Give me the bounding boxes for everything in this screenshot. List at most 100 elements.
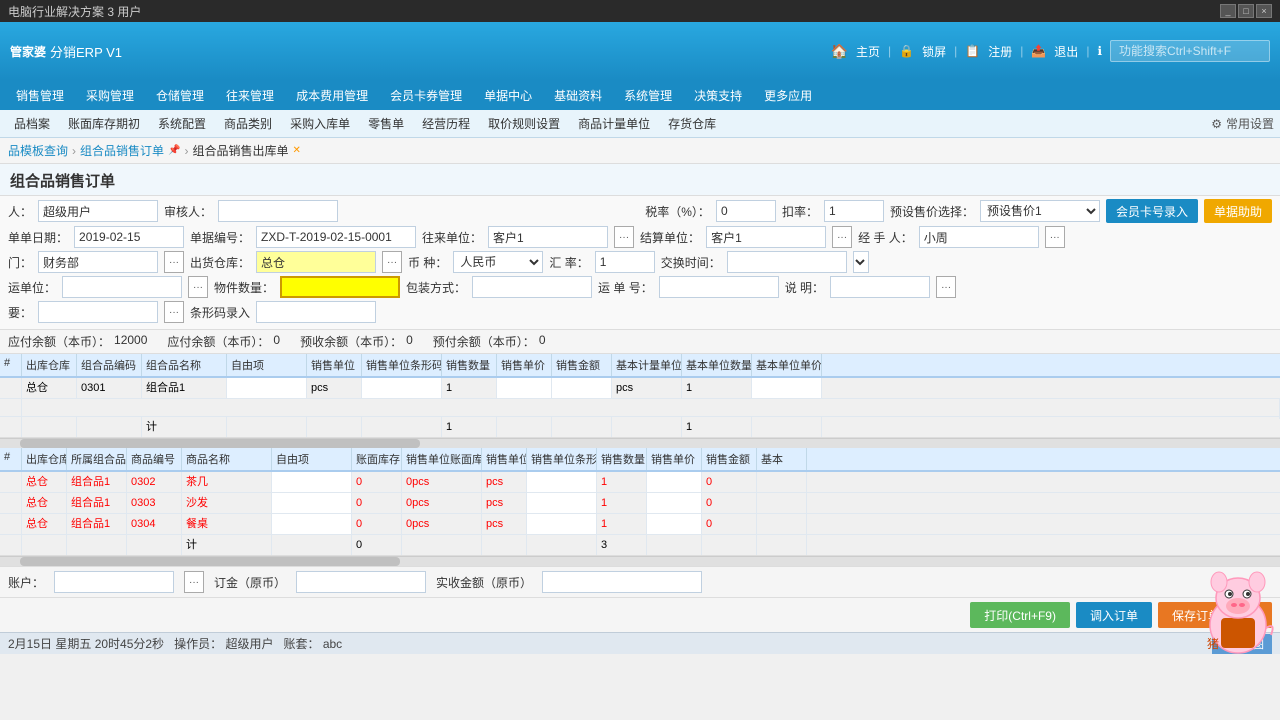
nav-purchase[interactable]: 采购管理	[76, 83, 144, 108]
cell-sunit[interactable]: pcs	[307, 378, 362, 398]
pack-input[interactable]	[472, 276, 592, 298]
upper-scrollbar[interactable]	[0, 438, 1280, 448]
subnav-price-rules[interactable]: 取价规则设置	[480, 112, 568, 135]
handler-select-button[interactable]: ···	[1045, 226, 1065, 248]
header-code: 组合品编码	[77, 354, 142, 376]
logout-icon[interactable]: 📤	[1031, 44, 1046, 58]
register-label[interactable]: 注册	[988, 43, 1012, 60]
cell-sprice[interactable]	[497, 378, 552, 398]
note-input[interactable]	[830, 276, 930, 298]
cell-bqty[interactable]: 1	[682, 378, 752, 398]
member-card-button[interactable]: 会员卡号录入	[1106, 199, 1198, 223]
header-bunit: 基本计量单位	[612, 354, 682, 376]
nav-warehouse[interactable]: 仓储管理	[146, 83, 214, 108]
lock-icon[interactable]: 🔒	[899, 44, 914, 58]
settle-unit-input[interactable]	[706, 226, 826, 248]
cell-sunitcode[interactable]	[362, 378, 442, 398]
subnav-stock-init[interactable]: 账面库存期初	[60, 112, 148, 135]
nav-costs[interactable]: 成本费用管理	[286, 83, 378, 108]
nav-more[interactable]: 更多应用	[754, 83, 822, 108]
currency-select[interactable]: 人民币	[453, 251, 543, 273]
subnav-product[interactable]: 品档案	[6, 112, 58, 135]
help-button[interactable]: 单据助助	[1204, 199, 1272, 223]
cell-bprice[interactable]	[752, 378, 822, 398]
remarks-select-button[interactable]: ···	[164, 301, 184, 323]
register-icon[interactable]: 📋	[965, 44, 980, 58]
order-amount-input[interactable]	[296, 571, 426, 593]
logistics-input[interactable]	[62, 276, 182, 298]
search-input[interactable]	[1110, 40, 1270, 62]
breadcrumb-sales-order[interactable]: 组合品销售订单	[80, 142, 164, 159]
lower-table: # 出库仓库 所属组合品 商品编号 商品名称 自由项 账面库存 销售单位账面库存…	[0, 448, 1280, 556]
tax-input[interactable]	[716, 200, 776, 222]
print-button[interactable]: 打印(Ctrl+F9)	[970, 602, 1070, 628]
date-input[interactable]	[74, 226, 184, 248]
nav-basics[interactable]: 基础资料	[544, 83, 612, 108]
form-row-4: 运单位： ··· 物件数量： 包装方式： 运 单 号： 说 明： ···	[8, 276, 1272, 298]
person-input[interactable]	[38, 200, 158, 222]
close-breadcrumb-icon[interactable]: ✕	[293, 145, 301, 156]
tax-label: 税率（%）：	[645, 203, 710, 220]
subnav-category[interactable]: 商品类别	[216, 112, 280, 135]
minimize-button[interactable]: _	[1220, 4, 1236, 18]
breadcrumb-template[interactable]: 品模板查询	[8, 142, 68, 159]
wh-select-button[interactable]: ···	[382, 251, 402, 273]
nav-decision[interactable]: 决策支持	[684, 83, 752, 108]
to-unit-input[interactable]	[488, 226, 608, 248]
settle-unit-select-button[interactable]: ···	[832, 226, 852, 248]
maximize-button[interactable]: □	[1238, 4, 1254, 18]
subnav-config[interactable]: 系统配置	[150, 112, 214, 135]
cell-wh[interactable]: 总仓	[22, 378, 77, 398]
dept-select-button[interactable]: ···	[164, 251, 184, 273]
lock-label[interactable]: 锁屏	[922, 43, 946, 60]
window-controls[interactable]: _ □ ×	[1220, 4, 1272, 18]
exchange-input[interactable]	[595, 251, 655, 273]
subnav-uom[interactable]: 商品计量单位	[570, 112, 658, 135]
note-select-button[interactable]: ···	[936, 276, 956, 298]
close-button[interactable]: ×	[1256, 4, 1272, 18]
account-input[interactable]	[54, 571, 174, 593]
nav-sales[interactable]: 销售管理	[6, 83, 74, 108]
handler-input[interactable]	[919, 226, 1039, 248]
actual-amount-input[interactable]	[542, 571, 702, 593]
nav-members[interactable]: 会员卡券管理	[380, 83, 472, 108]
logistics-no-input[interactable]	[659, 276, 779, 298]
order-no-input[interactable]	[256, 226, 416, 248]
lower-scrollbar[interactable]	[0, 556, 1280, 566]
header-sqty: 销售数量	[442, 354, 497, 376]
cell-code[interactable]: 0301	[77, 378, 142, 398]
discount-input[interactable]	[824, 200, 884, 222]
dept-input[interactable]	[38, 251, 158, 273]
exchange-time-select[interactable]	[853, 251, 869, 273]
wh-input[interactable]	[256, 251, 376, 273]
settings-button[interactable]: ⚙ 常用设置	[1211, 115, 1274, 132]
subnav-retail[interactable]: 零售单	[360, 112, 412, 135]
cell-free[interactable]	[227, 378, 307, 398]
home-label[interactable]: 主页	[856, 43, 880, 60]
cell-sqty[interactable]: 1	[442, 378, 497, 398]
to-unit-select-button[interactable]: ···	[614, 226, 634, 248]
home-icon[interactable]: 🏠	[831, 43, 848, 60]
remarks-input[interactable]	[38, 301, 158, 323]
info-icon[interactable]: ℹ	[1097, 44, 1102, 58]
import-button[interactable]: 调入订单	[1076, 602, 1152, 628]
cell-bunit[interactable]: pcs	[612, 378, 682, 398]
subnav-purchase-in[interactable]: 采购入库单	[282, 112, 358, 135]
nav-system[interactable]: 系统管理	[614, 83, 682, 108]
pieces-input[interactable]	[280, 276, 400, 298]
logout-label[interactable]: 退出	[1054, 43, 1078, 60]
account-select-button[interactable]: ···	[184, 571, 204, 593]
barcode-input[interactable]	[256, 301, 376, 323]
cell-samount[interactable]	[552, 378, 612, 398]
subnav-history[interactable]: 经营历程	[414, 112, 478, 135]
price-select[interactable]: 预设售价1	[980, 200, 1100, 222]
person-label: 人：	[8, 203, 32, 220]
settings-icon: ⚙	[1211, 117, 1222, 131]
exchange-time-input[interactable]	[727, 251, 847, 273]
nav-transactions[interactable]: 往来管理	[216, 83, 284, 108]
subnav-inventory[interactable]: 存货仓库	[660, 112, 724, 135]
reviewer-input[interactable]	[218, 200, 338, 222]
nav-orders[interactable]: 单据中心	[474, 83, 542, 108]
logistics-select-button[interactable]: ···	[188, 276, 208, 298]
cell-name[interactable]: 组合品1	[142, 378, 227, 398]
